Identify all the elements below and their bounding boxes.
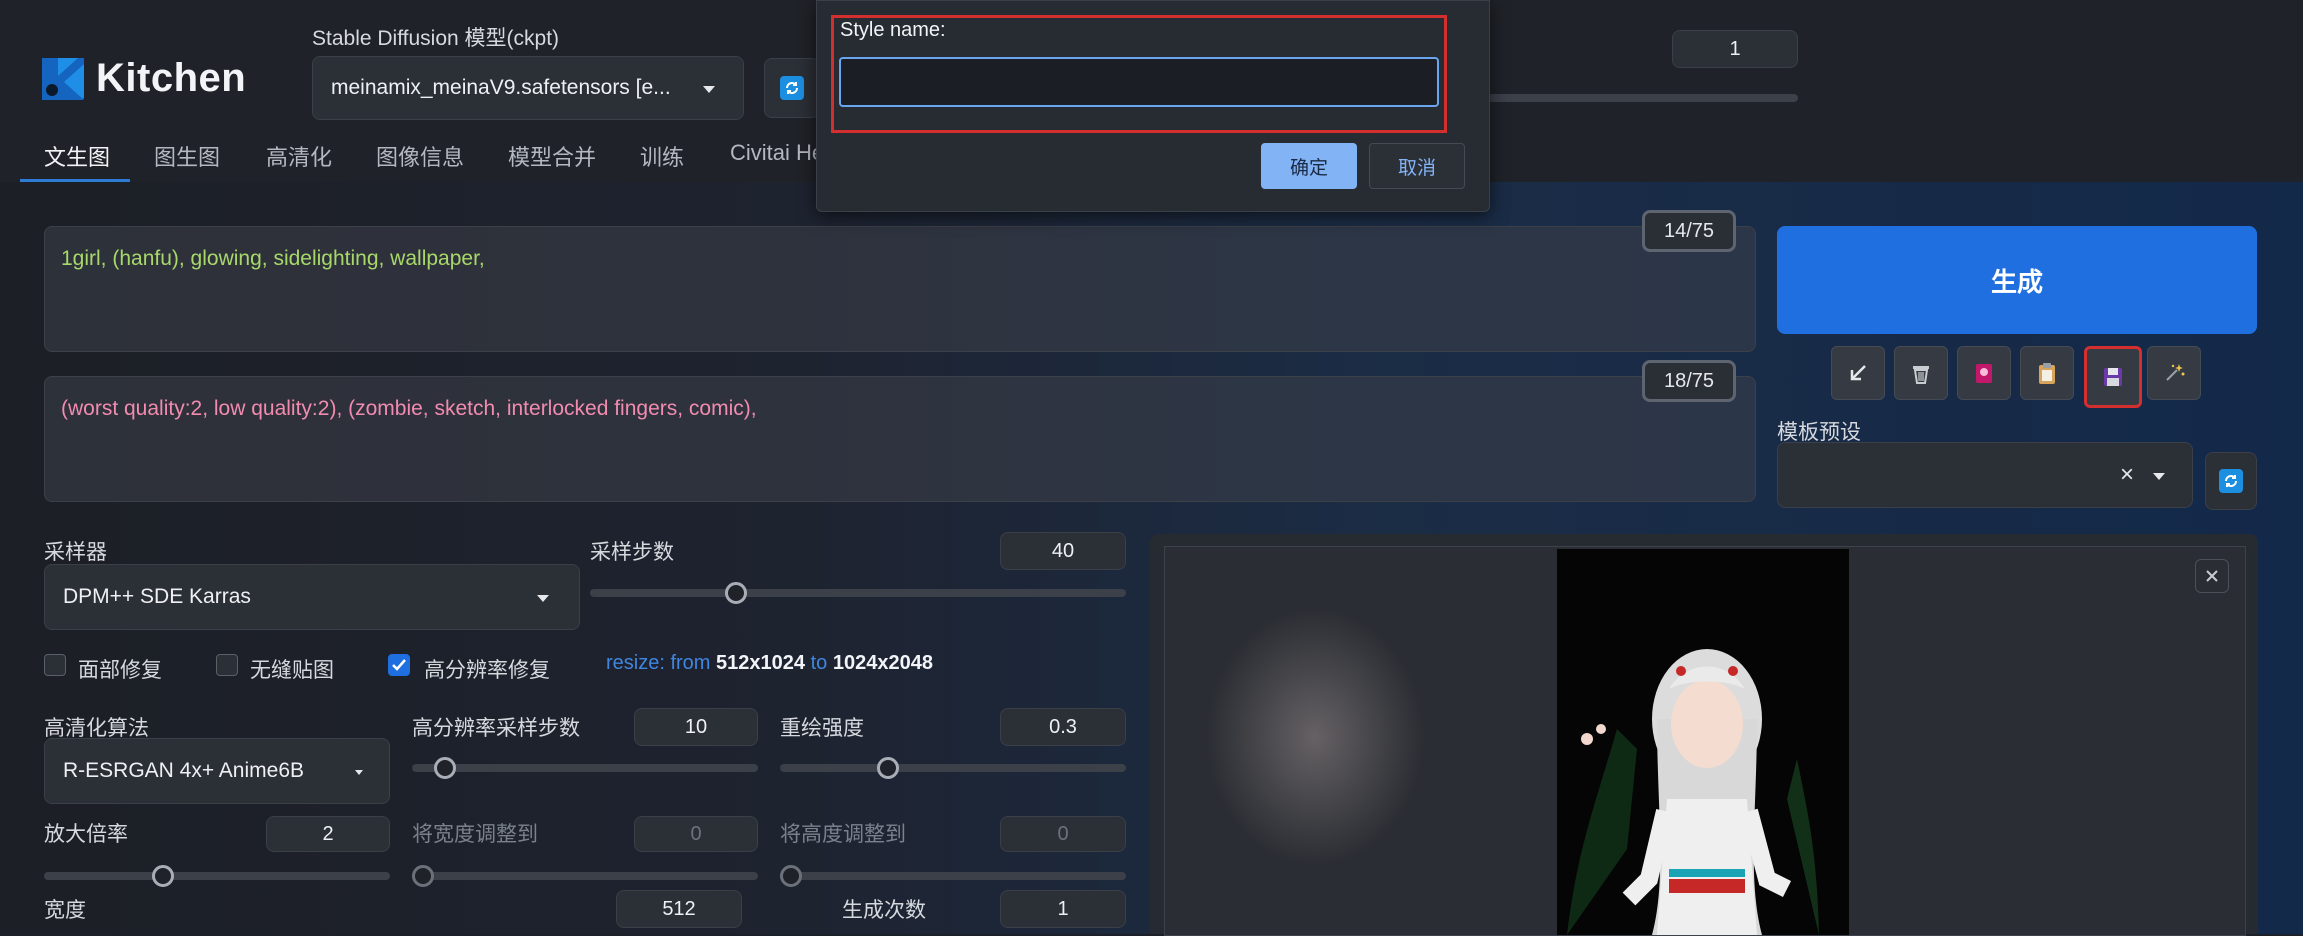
clear-icon[interactable]: × — [2120, 461, 2134, 489]
model-dropdown[interactable]: meinamix_meinaV9.safetensors [e... — [312, 56, 744, 120]
cancel-button[interactable]: 取消 — [1369, 143, 1465, 189]
magic-prompt-button[interactable] — [2147, 346, 2201, 400]
refresh-icon — [2219, 469, 2243, 493]
resize-width-slider-track[interactable] — [412, 872, 758, 880]
kitchen-logo-icon — [42, 58, 84, 100]
steps-slider-thumb[interactable] — [724, 582, 747, 604]
output-gallery — [1164, 546, 2246, 936]
tab-png-info[interactable]: 图像信息 — [376, 140, 464, 172]
resize-info: resize: from 512x1024 to 1024x2048 — [606, 652, 933, 675]
save-icon — [2104, 368, 2122, 386]
style-preset-dropdown[interactable]: × — [1777, 442, 2193, 508]
hires-fix-checkbox[interactable] — [388, 654, 410, 676]
denoise-label: 重绘强度 — [780, 717, 864, 740]
width-number-input[interactable]: 512 — [616, 890, 742, 928]
hires-steps-slider-track[interactable] — [412, 764, 758, 772]
save-style-button[interactable] — [2084, 346, 2142, 408]
resize-from: 512x1024 — [716, 652, 806, 674]
sampler-dropdown[interactable]: DPM++ SDE Karras — [44, 564, 580, 630]
negative-prompt-textarea[interactable]: (worst quality:2, low quality:2), (zombi… — [44, 376, 1756, 502]
upscale-by-number-input[interactable]: 2 — [266, 816, 390, 852]
resize-height-slider-track[interactable] — [780, 872, 1126, 880]
upscale-by-label: 放大倍率 — [44, 823, 128, 846]
arrow-down-left-icon — [1850, 365, 1866, 381]
model-label: Stable Diffusion 模型(ckpt) — [312, 27, 560, 50]
sampler-label: 采样器 — [44, 541, 107, 564]
close-icon — [2206, 570, 2218, 582]
extra-networks-button[interactable] — [1957, 346, 2011, 400]
steps-label: 采样步数 — [590, 541, 674, 564]
negative-prompt-text: (worst quality:2, low quality:2), (zombi… — [61, 397, 757, 420]
style-name-dialog: Style name: 确定 取消 — [816, 0, 1490, 212]
ok-button[interactable]: 确定 — [1261, 143, 1357, 189]
generated-image[interactable] — [1557, 549, 1849, 935]
denoise-slider-track[interactable] — [780, 764, 1126, 772]
upscaler-value: R-ESRGAN 4x+ Anime6B — [63, 759, 305, 782]
negative-prompt-token-counter: 18/75 — [1642, 360, 1736, 402]
tab-train[interactable]: 训练 — [640, 140, 684, 172]
chevron-down-icon — [703, 86, 715, 93]
tab-img2img[interactable]: 图生图 — [154, 140, 220, 172]
style-name-label: Style name: — [840, 19, 946, 41]
check-icon — [392, 659, 406, 671]
style-name-input[interactable] — [839, 57, 1439, 107]
blurred-thumbnail — [1205, 607, 1425, 867]
refresh-styles-button[interactable] — [2205, 452, 2257, 510]
steps-slider-track[interactable] — [590, 589, 1126, 597]
paste-params-button[interactable] — [1831, 346, 1885, 400]
face-restore-checkbox[interactable] — [44, 654, 66, 676]
width-label: 宽度 — [44, 899, 86, 922]
active-tab-indicator — [20, 179, 130, 182]
face-restore-label: 面部修复 — [78, 659, 162, 682]
upscale-by-slider-track[interactable] — [44, 872, 390, 880]
resize-to: 1024x2048 — [832, 652, 933, 674]
close-gallery-button[interactable] — [2195, 559, 2229, 593]
hires-fix-label: 高分辨率修复 — [424, 659, 550, 682]
tiling-label: 无缝贴图 — [250, 659, 334, 682]
prompt-textarea[interactable]: 1girl, (hanfu), glowing, sidelighting, w… — [44, 226, 1756, 352]
resize-to-word: to — [810, 652, 828, 674]
apply-style-button[interactable] — [2020, 346, 2074, 400]
top-slider-track[interactable] — [1488, 94, 1798, 102]
resize-height-label: 将高度调整到 — [780, 823, 906, 846]
sparkle-icon — [2166, 364, 2185, 381]
tab-txt2img[interactable]: 文生图 — [44, 140, 110, 172]
chevron-down-icon — [2153, 473, 2165, 480]
chevron-down-icon — [355, 770, 363, 775]
resize-height-slider-thumb[interactable] — [780, 865, 802, 887]
clear-prompt-button[interactable] — [1894, 346, 1948, 400]
tab-checkpoint-merger[interactable]: 模型合并 — [508, 140, 596, 172]
top-batch-number[interactable]: 1 — [1672, 30, 1798, 68]
model-dropdown-value: meinamix_meinaV9.safetensors [e... — [331, 76, 671, 99]
resize-height-number-input[interactable]: 0 — [1000, 816, 1126, 852]
denoise-number-input[interactable]: 0.3 — [1000, 708, 1126, 746]
hires-steps-number-input[interactable]: 10 — [634, 708, 758, 746]
hires-steps-label: 高分辨率采样步数 — [412, 717, 580, 740]
clipboard-icon — [2039, 363, 2055, 384]
generate-button[interactable]: 生成 — [1777, 226, 2257, 334]
tiling-checkbox[interactable] — [216, 654, 238, 676]
refresh-model-button[interactable] — [764, 58, 820, 118]
upscale-by-slider-thumb[interactable] — [152, 865, 174, 887]
chevron-down-icon — [537, 595, 549, 602]
prompt-text: 1girl, (hanfu), glowing, sidelighting, w… — [61, 247, 485, 270]
batch-count-label: 生成次数 — [842, 899, 926, 922]
app-logo-text: Kitchen — [96, 56, 247, 100]
resize-width-label: 将宽度调整到 — [412, 823, 538, 846]
tab-extras[interactable]: 高清化 — [266, 140, 332, 172]
refresh-icon — [780, 76, 804, 100]
sampler-value: DPM++ SDE Karras — [63, 585, 251, 608]
resize-info-prefix: resize: from — [606, 652, 711, 674]
upscaler-dropdown[interactable]: R-ESRGAN 4x+ Anime6B — [44, 738, 390, 804]
trash-icon — [1913, 366, 1929, 384]
pink-card-icon — [1976, 364, 1992, 383]
hires-steps-slider-thumb[interactable] — [433, 757, 456, 779]
prompt-token-counter: 14/75 — [1642, 210, 1736, 252]
tab-civitai-helper[interactable]: Civitai He — [730, 140, 824, 166]
steps-number-input[interactable]: 40 — [1000, 532, 1126, 570]
resize-width-number-input[interactable]: 0 — [634, 816, 758, 852]
resize-width-slider-thumb[interactable] — [412, 865, 434, 887]
batch-count-number-input[interactable]: 1 — [1000, 890, 1126, 928]
